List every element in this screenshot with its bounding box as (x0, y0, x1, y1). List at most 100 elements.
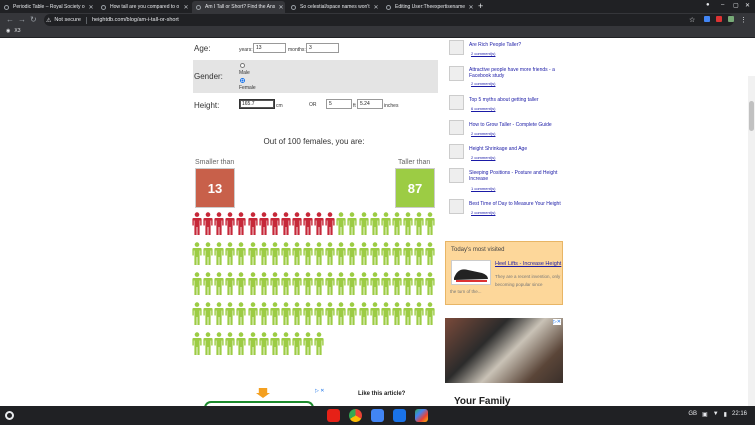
article-comments[interactable]: 2 comment(s) (471, 81, 495, 86)
person-icon (336, 242, 346, 265)
person-icon (381, 212, 391, 235)
extension-icon[interactable] (704, 16, 710, 22)
male-radio[interactable] (240, 63, 245, 68)
article-thumbnail[interactable] (449, 144, 464, 159)
messages-icon[interactable] (393, 409, 406, 422)
maximize-icon[interactable]: ▢ (733, 2, 739, 9)
article-title[interactable]: Attractive people have more friends - a … (469, 67, 563, 79)
play-store-icon[interactable] (415, 409, 428, 422)
article-comments[interactable]: 2 comment(s) (471, 131, 495, 136)
tab-celestial-names[interactable]: So celestial/space names won't ✕ (287, 1, 380, 13)
person-icon (369, 212, 380, 235)
tab-close-icon[interactable]: ✕ (87, 4, 95, 11)
person-icon (203, 212, 213, 235)
article-comments[interactable]: 2 comment(s) (471, 51, 495, 56)
page-scrollbar[interactable] (748, 76, 755, 406)
extension-icon[interactable] (716, 16, 722, 22)
tab-favicon-icon (291, 4, 296, 10)
reload-icon[interactable]: ↻ (30, 15, 37, 25)
heel-lift-image[interactable] (451, 260, 491, 285)
bookmark-x3[interactable]: ◉ X3 (6, 28, 21, 34)
months-input[interactable]: 3 (306, 43, 339, 53)
docs-icon[interactable] (371, 409, 384, 422)
article-title[interactable]: Best Time of Day to Measure Your Height (469, 201, 563, 207)
article-comments[interactable]: 2 comment(s) (471, 210, 495, 215)
article-title[interactable]: How to Grow Taller - Complete Guide (469, 122, 563, 128)
family-photo-ad[interactable]: ▷✕ (445, 318, 563, 383)
article-thumbnail[interactable] (449, 168, 464, 183)
person-icon (303, 212, 313, 235)
article-comments[interactable]: 6 comment(s) (471, 106, 495, 111)
bookmark-star-icon[interactable]: ☆ (689, 16, 695, 24)
article-thumbnail[interactable] (449, 199, 464, 214)
adchoices-icon[interactable]: ▷ ✕ (315, 388, 324, 394)
article-title[interactable]: Sleeping Positions - Posture and Height … (469, 170, 563, 182)
scrollbar-thumb[interactable] (749, 101, 754, 131)
account-icon[interactable]: ● (706, 2, 710, 8)
female-radio[interactable] (240, 78, 245, 83)
person-icon (347, 242, 357, 265)
person-icon (203, 332, 213, 355)
article-title[interactable]: Are Rich People Taller? (469, 42, 563, 48)
person-icon (347, 302, 357, 325)
person-icon (358, 272, 369, 295)
back-icon[interactable]: ← (6, 15, 14, 25)
article-title[interactable]: Height Shrinkage and Age (469, 146, 563, 152)
tab-close-icon[interactable]: ✕ (467, 4, 475, 11)
person-icon (236, 272, 246, 295)
most-visited-link[interactable]: Heel Lifts - Increase Height (495, 261, 561, 267)
adchoices-icon[interactable]: ▷✕ (552, 319, 561, 325)
status-tray[interactable]: GB ▣ ▼ ▮ 22:16 (688, 411, 747, 418)
forward-icon[interactable]: → (18, 15, 26, 25)
article-thumbnail[interactable] (449, 120, 464, 135)
youtube-icon[interactable] (327, 409, 340, 422)
new-tab-button[interactable]: + (478, 2, 483, 11)
feet-input[interactable]: 5 (326, 99, 352, 109)
article-thumbnail[interactable] (449, 95, 464, 110)
tab-am-i-tall[interactable]: Am I Tall or Short? Find the Ans ✕ (192, 1, 285, 13)
menu-icon[interactable]: ⋮ (740, 16, 747, 24)
inches-input[interactable]: 5.24 (357, 99, 383, 109)
person-icon (247, 242, 258, 265)
tab-close-icon[interactable]: ✕ (182, 4, 190, 11)
article-title[interactable]: Top 5 myths about getting taller (469, 97, 563, 103)
person-icon (358, 212, 369, 235)
ad-headline[interactable]: Your Family (454, 396, 511, 406)
window-close-icon[interactable]: ✕ (745, 2, 750, 9)
years-input[interactable]: 13 (253, 43, 286, 53)
person-icon (358, 302, 369, 325)
tab-close-icon[interactable]: ✕ (277, 4, 285, 11)
article-comments[interactable]: 2 comment(s) (471, 155, 495, 160)
person-icon (225, 242, 235, 265)
person-icon (281, 272, 291, 295)
height-cm-input[interactable]: 165.7 (239, 99, 275, 109)
tab-favicon-icon (196, 4, 201, 10)
launcher-icon[interactable] (5, 411, 14, 420)
shoe-icon (454, 269, 488, 282)
person-icon (192, 332, 202, 355)
tab-close-icon[interactable]: ✕ (372, 4, 380, 11)
person-icon (192, 272, 202, 295)
male-label: Male (239, 70, 250, 76)
person-icon (292, 302, 302, 325)
person-icon (203, 272, 213, 295)
person-icon (425, 212, 435, 235)
article-thumbnail[interactable] (449, 66, 464, 81)
person-icon (247, 212, 258, 235)
extension-icon[interactable] (728, 16, 734, 22)
minimize-icon[interactable]: – (721, 2, 724, 8)
omnibox[interactable]: ⚠ Not secure heightdb.com/blog/am-i-tall… (44, 14, 734, 26)
person-icon (381, 242, 391, 265)
tab-periodic-table[interactable]: Periodic Table – Royal Society o ✕ (0, 1, 95, 13)
article-thumbnail[interactable] (449, 40, 464, 55)
gender-row (193, 60, 438, 93)
tab-how-tall[interactable]: How tall are you compared to o ✕ (97, 1, 190, 13)
person-icon (414, 242, 424, 265)
person-icon (258, 242, 269, 265)
tab-editing-user[interactable]: Editing User:Theexpertisename ✕ (382, 1, 475, 13)
article-comments[interactable]: 1 comment(s) (471, 186, 495, 191)
person-icon (203, 242, 213, 265)
bookmark-icon: ◉ (6, 28, 11, 34)
person-icon (214, 302, 224, 325)
chrome-icon[interactable] (349, 409, 362, 422)
